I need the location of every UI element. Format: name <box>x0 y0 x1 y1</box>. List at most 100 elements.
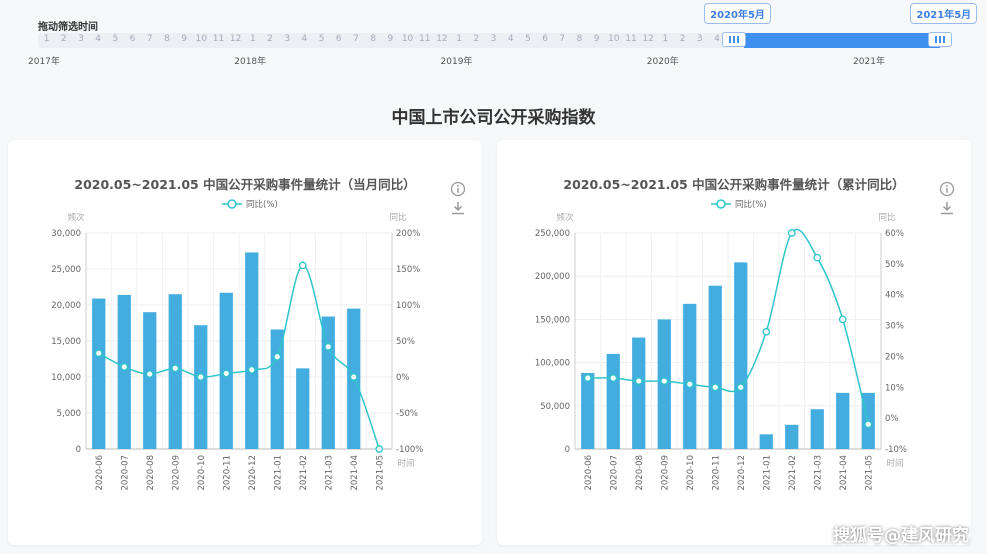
slider-title: 拖动筛选时间 <box>38 22 98 33</box>
selected-range[interactable] <box>744 33 941 48</box>
yoy-point <box>171 364 180 373</box>
y-tick-label: 50,000 <box>540 402 570 412</box>
yoy-point <box>247 365 256 374</box>
yoy-point <box>711 383 720 392</box>
month-tick: 10 <box>401 34 414 44</box>
month-tick: 8 <box>576 34 583 44</box>
x-tick-label: 2020-09 <box>171 455 181 491</box>
month-tick: 2 <box>679 34 686 44</box>
x-tick-label: 2020-08 <box>635 455 645 491</box>
x-tick-label: 2020-07 <box>120 455 130 491</box>
download-icon[interactable] <box>450 200 466 216</box>
month-tick: 9 <box>387 34 394 44</box>
y-tick-label: 0 <box>565 445 570 455</box>
month-tick: 6 <box>335 34 342 44</box>
x-tick-label: 2020-10 <box>686 455 696 491</box>
month-tick: 11 <box>212 34 225 44</box>
y2-tick-label: -10% <box>885 445 907 455</box>
yoy-point <box>120 363 129 371</box>
bar <box>759 434 773 449</box>
yoy-point <box>298 261 307 270</box>
month-tick: 8 <box>370 34 377 44</box>
bar <box>194 325 208 449</box>
bar <box>606 353 620 449</box>
x-tick-label: 2020-10 <box>197 455 207 491</box>
bar <box>321 316 335 449</box>
month-tick: 10 <box>195 34 207 44</box>
month-tick: 4 <box>507 34 514 44</box>
month-tick: 3 <box>696 34 703 44</box>
yoy-point <box>634 377 643 385</box>
x-axis-label: 时间 <box>886 458 903 469</box>
year-label: 2021年 <box>853 57 885 67</box>
yoy-point <box>813 253 822 262</box>
month-tick: 7 <box>353 34 359 44</box>
month-tick: 5 <box>112 34 119 44</box>
bar <box>683 303 697 449</box>
y-tick-label: 10,000 <box>51 373 81 383</box>
x-tick-label: 2021-02 <box>788 455 798 491</box>
month-tick: 1 <box>249 34 256 44</box>
month-tick: 1 <box>456 34 462 44</box>
month-tick: 6 <box>129 34 136 44</box>
yoy-point <box>324 342 333 351</box>
month-tick: 6 <box>542 34 548 44</box>
month-tick: 2 <box>267 34 273 44</box>
month-tick: 9 <box>181 34 187 44</box>
time-range-slider[interactable]: 1 2 3 4 5 6 7 8 9 10 11 12 1 2 3 4 5 6 7 8 9 10 11 12 1 2 3 4 5 6 7 8 9 1… <box>38 32 953 48</box>
y2-tick-label: 60% <box>885 229 904 239</box>
month-tick: 12 <box>229 34 242 44</box>
y2-axis-label: 同比 <box>878 212 895 223</box>
x-tick-label: 2021-04 <box>839 455 849 491</box>
range-end-handle[interactable] <box>928 32 953 47</box>
yoy-point <box>736 383 745 392</box>
yoy-point <box>145 370 154 378</box>
x-tick-label: 2021-05 <box>375 455 385 491</box>
y2-tick-label: 30% <box>885 322 904 332</box>
month-tick: 4 <box>301 34 308 44</box>
y2-tick-label: 0% <box>885 414 899 424</box>
month-tick: 11 <box>419 34 431 44</box>
x-tick-label: 2021-01 <box>273 455 283 491</box>
bar <box>734 262 748 449</box>
yoy-point <box>94 349 103 358</box>
x-tick-label: 2021-02 <box>299 455 309 491</box>
info-icon[interactable] <box>450 181 466 197</box>
y-tick-label: 30,000 <box>51 229 81 239</box>
legend-label: 同比(%) <box>735 199 767 210</box>
y2-tick-label: 50% <box>396 337 415 347</box>
bar <box>117 294 131 449</box>
y-tick-label: 150,000 <box>535 315 570 325</box>
yoy-point <box>609 374 618 382</box>
yoy-point <box>583 374 592 382</box>
x-tick-label: 2020-07 <box>609 455 619 491</box>
bar <box>296 368 310 449</box>
bar <box>143 312 157 449</box>
y2-tick-label: 150% <box>396 265 420 275</box>
x-tick-label: 2021-04 <box>350 455 360 491</box>
x-tick-label: 2020-09 <box>660 455 670 491</box>
y2-tick-label: -100% <box>396 445 423 455</box>
chart-cumulative-yoy: 2020.05~2021.05 中国公开采购事件量统计（累计同比） 同比(%) 频次… <box>535 177 907 491</box>
info-icon[interactable] <box>939 181 955 197</box>
page-title: 中国上市公司公开采购指数 <box>391 108 596 128</box>
x-tick-label: 2021-01 <box>762 455 772 491</box>
month-tick: 3 <box>490 34 497 44</box>
month-tick: 12 <box>642 34 654 44</box>
month-tick: 1 <box>43 34 50 44</box>
year-label: 2020年 <box>646 57 679 67</box>
chart-card-monthly: 2020.05~2021.05 中国公开采购事件量统计（当月同比） 同比(%) 频次… <box>8 140 482 545</box>
year-label: 2019年 <box>440 57 473 67</box>
bar <box>245 252 259 449</box>
range-start-handle[interactable] <box>722 32 747 47</box>
month-tick: 7 <box>146 34 153 44</box>
month-tick: 2 <box>473 34 480 44</box>
legend-dot-marker <box>716 199 726 209</box>
month-tick: 3 <box>284 34 291 44</box>
chart-card-cumulative: 2020.05~2021.05 中国公开采购事件量统计（累计同比） 同比(%) 频次… <box>497 140 971 545</box>
download-icon[interactable] <box>939 200 955 216</box>
bar <box>270 329 284 449</box>
y2-tick-label: 200% <box>396 229 420 239</box>
y2-axis-label: 同比 <box>389 212 406 223</box>
x-tick-label: 2021-05 <box>864 455 874 491</box>
